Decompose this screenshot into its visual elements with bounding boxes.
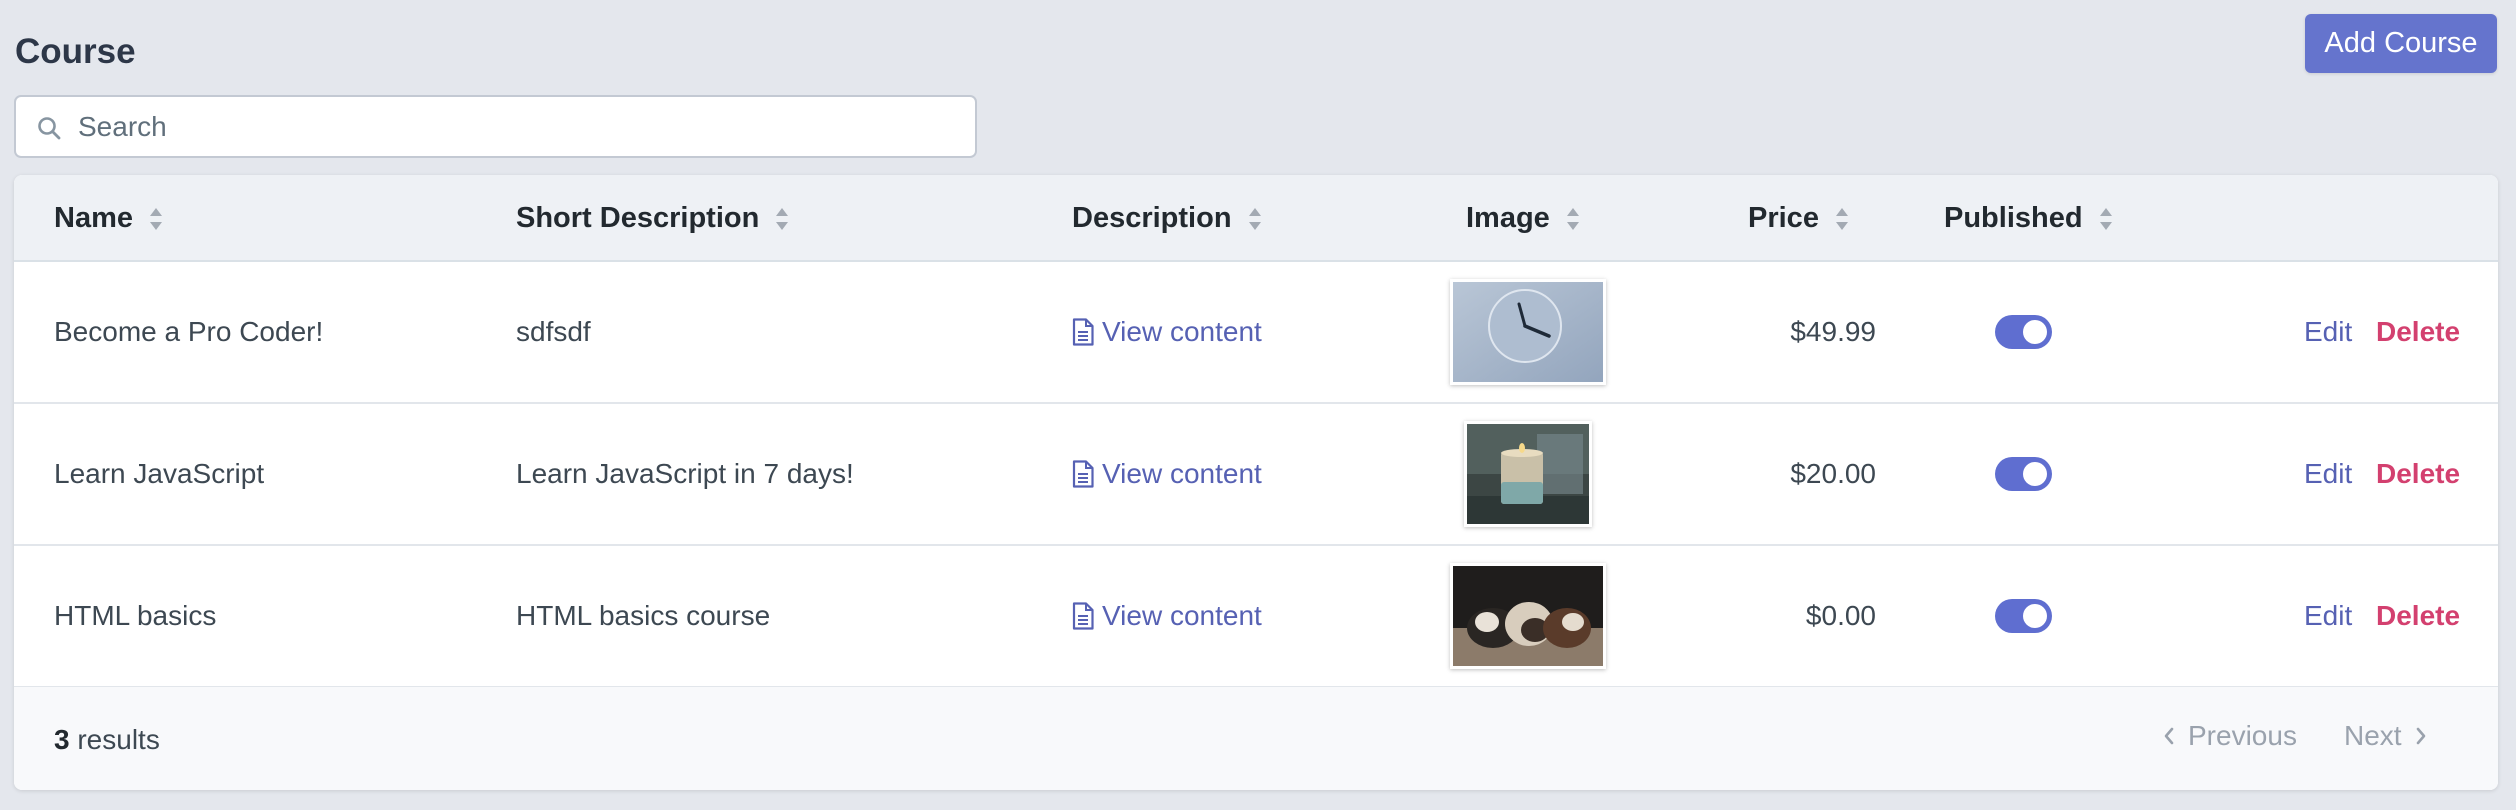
published-toggle[interactable] <box>1995 315 2052 349</box>
next-label: Next <box>2344 720 2402 751</box>
course-short-description: HTML basics course <box>516 600 771 631</box>
column-header-name[interactable]: Name <box>54 175 163 262</box>
page-title: Course <box>15 32 136 71</box>
column-header-label: Published <box>1944 202 2083 234</box>
table-row: Learn JavaScript Learn JavaScript in 7 d… <box>14 404 2498 546</box>
previous-label: Previous <box>2188 720 2297 751</box>
column-header-label: Description <box>1072 202 1232 234</box>
document-icon <box>1072 602 1094 630</box>
course-price: $0.00 <box>1805 600 1876 631</box>
next-button[interactable]: Next <box>2344 720 2428 752</box>
document-icon <box>1072 318 1094 346</box>
course-short-description: Learn JavaScript in 7 days! <box>516 458 854 489</box>
sort-icon <box>776 207 789 230</box>
candle-photo <box>1467 424 1589 524</box>
published-toggle[interactable] <box>1995 457 2052 491</box>
column-header-published[interactable]: Published <box>1944 175 2113 262</box>
view-content-link[interactable]: View content <box>1072 458 1262 490</box>
search-icon <box>38 117 61 140</box>
sort-icon <box>1248 207 1261 230</box>
sort-icon <box>2099 207 2112 230</box>
view-content-link[interactable]: View content <box>1072 316 1262 348</box>
add-course-button[interactable]: Add Course <box>2305 14 2497 73</box>
view-content-link[interactable]: View content <box>1072 600 1262 632</box>
table-footer: 3 results Previous Next <box>14 687 2498 790</box>
course-price: $49.99 <box>1790 316 1876 347</box>
course-short-description: sdfsdf <box>516 316 591 347</box>
column-header-price[interactable]: Price <box>1748 175 1849 262</box>
delete-link[interactable]: Delete <box>2376 458 2460 490</box>
column-header-image[interactable]: Image <box>1466 175 1580 262</box>
previous-button[interactable]: Previous <box>2162 720 2297 752</box>
table-row: Become a Pro Coder! sdfsdf View content … <box>14 262 2498 404</box>
chevron-left-icon <box>2164 727 2174 745</box>
course-price: $20.00 <box>1790 458 1876 489</box>
course-name: Become a Pro Coder! <box>54 316 324 347</box>
results-label: results <box>77 724 160 755</box>
edit-link[interactable]: Edit <box>2304 458 2352 490</box>
course-name: HTML basics <box>54 600 217 631</box>
search-box[interactable] <box>14 95 977 158</box>
view-content-label: View content <box>1102 316 1262 347</box>
column-header-label: Name <box>54 202 133 234</box>
chevron-right-icon <box>2416 727 2425 745</box>
guinea-pigs-photo <box>1453 566 1603 666</box>
course-image <box>1464 421 1592 527</box>
table-row: HTML basics HTML basics course View cont… <box>14 546 2498 688</box>
column-header-description[interactable]: Description <box>1072 175 1262 262</box>
course-image <box>1450 563 1606 669</box>
table-header: Name Short Description Description Image… <box>14 175 2498 262</box>
search-input[interactable] <box>78 105 958 149</box>
view-content-label: View content <box>1102 458 1262 489</box>
results-count: 3 results <box>54 724 160 756</box>
course-name: Learn JavaScript <box>54 458 265 489</box>
delete-link[interactable]: Delete <box>2376 316 2460 348</box>
results-number: 3 <box>54 724 70 755</box>
clock-photo <box>1453 282 1603 382</box>
edit-link[interactable]: Edit <box>2304 316 2352 348</box>
edit-link[interactable]: Edit <box>2304 600 2352 632</box>
view-content-label: View content <box>1102 600 1262 631</box>
courses-table: Name Short Description Description Image… <box>14 175 2498 790</box>
column-header-label: Short Description <box>516 202 760 234</box>
published-toggle[interactable] <box>1995 599 2052 633</box>
document-icon <box>1072 460 1094 488</box>
course-image <box>1450 279 1606 385</box>
column-header-label: Image <box>1466 202 1550 234</box>
column-header-label: Price <box>1748 202 1819 234</box>
delete-link[interactable]: Delete <box>2376 600 2460 632</box>
sort-icon <box>150 207 162 230</box>
sort-icon <box>1566 207 1579 230</box>
column-header-short-description[interactable]: Short Description <box>516 175 789 262</box>
sort-icon <box>1835 207 1848 230</box>
